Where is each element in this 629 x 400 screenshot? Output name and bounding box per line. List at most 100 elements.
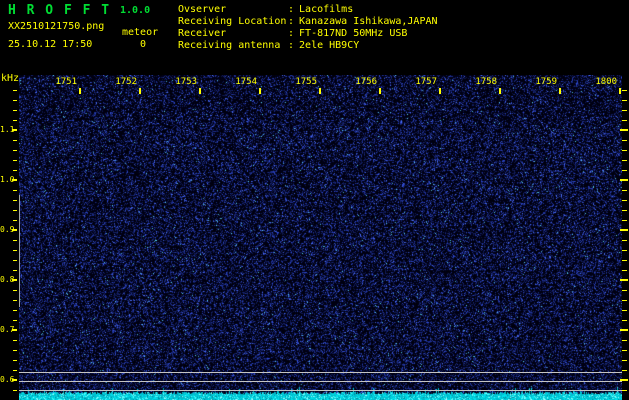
info-separator: : [288,28,295,39]
time-label: 1751 [55,77,77,87]
y-minor-tick-right [622,240,627,241]
y-minor-tick-right [622,250,627,251]
info-row-location: Receiving Location: Kanazawa Ishikawa,JAP… [178,16,438,28]
y-minor-tick-left [13,310,17,311]
y-major-tick-left [12,229,17,231]
frequency-unit-label: kHz [1,73,20,84]
y-minor-tick-left [13,320,17,321]
time-label: 1753 [175,77,197,87]
y-minor-tick-right [622,220,627,221]
y-minor-tick-left [13,300,17,301]
app-title: H R O F F T [8,3,111,18]
time-tick [319,88,321,94]
info-value: FT-817ND 50MHz USB [299,28,408,39]
meteor-count: 0 [140,39,147,50]
y-minor-tick-right [622,170,627,171]
time-label: 1757 [415,77,437,87]
y-minor-tick-right [622,300,627,301]
y-minor-tick-right [622,260,627,261]
y-minor-tick-right [622,320,627,321]
time-tick [379,88,381,94]
info-value: Lacofilms [299,4,354,15]
time-label: 1800 [595,77,617,87]
calibration-line-upper [19,372,622,373]
calibration-line-middle [19,381,622,382]
time-label: 1758 [475,77,497,87]
time-tick [259,88,261,94]
datetime: 25.10.12 17:50 [8,39,93,50]
y-major-tick-left [12,379,17,381]
y-minor-tick-right [622,390,627,391]
y-minor-tick-left [13,140,17,141]
y-minor-tick-left [13,170,17,171]
time-label: 1755 [295,77,317,87]
y-minor-tick-right [622,100,627,101]
time-tick [499,88,501,94]
info-value: 2ele HB9CY [299,40,360,51]
time-label: 1756 [355,77,377,87]
y-minor-tick-left [13,160,17,161]
y-minor-tick-right [622,290,627,291]
y-major-tick-left [12,129,17,131]
y-minor-tick-left [13,110,17,111]
y-minor-tick-right [622,310,627,311]
y-major-tick-right [620,129,628,131]
y-minor-tick-right [622,150,627,151]
y-minor-tick-left [13,120,17,121]
info-label: Ovserver [178,4,227,15]
y-minor-tick-left [13,370,17,371]
y-minor-tick-left [13,270,17,271]
y-minor-tick-left [13,200,17,201]
y-minor-tick-right [622,200,627,201]
info-row-observer: Ovserver: Lacofilms [178,4,438,16]
y-minor-tick-left [13,350,17,351]
y-minor-tick-right [622,110,627,111]
app-version: 1.0.0 [120,5,151,16]
y-minor-tick-right [622,190,627,191]
y-major-tick-left [12,179,17,181]
time-tick [79,88,81,94]
y-minor-tick-right [622,340,627,341]
y-minor-tick-right [622,360,627,361]
hrofft-window: H R O F F T 1.0.0 XX2510121750.png meteo… [0,0,629,400]
y-minor-tick-left [13,250,17,251]
y-minor-tick-left [13,340,17,341]
filename: XX2510121750.png [8,21,105,32]
left-edge-marker-line [19,195,20,307]
info-row-antenna: Receiving antenna:2ele HB9CY [178,40,438,52]
meteor-counter-label: meteor [122,27,159,38]
info-value: Kanazawa Ishikawa,JAPAN [299,16,438,27]
y-minor-tick-right [622,350,627,351]
y-minor-tick-left [13,390,17,391]
y-minor-tick-left [13,290,17,291]
y-major-tick-right [620,329,628,331]
time-tick [199,88,201,94]
y-minor-tick-left [13,220,17,221]
station-info: Ovserver: Lacofilms Receiving Location: Ka… [178,4,438,52]
info-label: Receiver [178,28,227,39]
time-tick [559,88,561,94]
y-minor-tick-right [622,210,627,211]
y-minor-tick-left [13,210,17,211]
time-label: 1754 [235,77,257,87]
info-separator: : [288,40,295,51]
y-minor-tick-right [622,370,627,371]
info-separator: : [288,16,295,27]
info-separator: : [288,4,295,15]
info-row-receiver: Receiver: FT-817ND 50MHz USB [178,28,438,40]
y-major-tick-left [12,279,17,281]
y-minor-tick-right [622,160,627,161]
y-major-tick-right [620,279,628,281]
y-major-tick-right [620,229,628,231]
info-label: Receiving antenna [178,40,281,51]
y-minor-tick-left [13,260,17,261]
y-minor-tick-left [13,90,17,91]
y-major-tick-left [12,329,17,331]
y-minor-tick-right [622,120,627,121]
time-label: 1752 [115,77,137,87]
spectrogram [19,75,622,400]
y-minor-tick-right [622,140,627,141]
y-minor-tick-left [13,150,17,151]
y-major-tick-right [620,179,628,181]
y-minor-tick-right [622,270,627,271]
